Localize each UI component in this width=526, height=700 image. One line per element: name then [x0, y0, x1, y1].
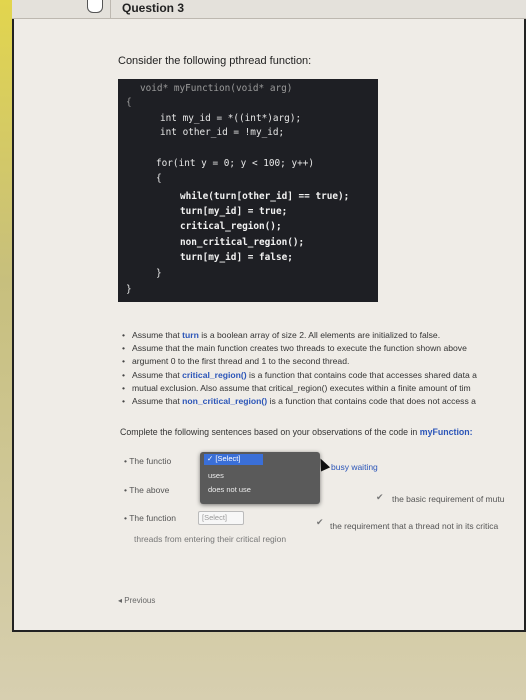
code-line-7: while(turn[other_id] == true);	[180, 191, 350, 202]
code-line-2: {	[126, 97, 132, 108]
sentence-2-suffix: the basic requirement of mutu	[392, 494, 505, 504]
question-header: Question 3	[12, 0, 526, 19]
code-line-8: turn[my_id] = true;	[180, 206, 288, 217]
complete-instruction: Complete the following sentences based o…	[120, 427, 473, 437]
dropdown-option[interactable]: uses	[208, 471, 224, 480]
bullet-item: Assume that non_critical_region() is a f…	[120, 396, 520, 406]
code-line-10: non_critical_region();	[180, 237, 305, 248]
sentence-3-dropdown[interactable]: [Select]	[198, 511, 244, 525]
question-flag-icon[interactable]	[87, 0, 103, 13]
chevron-down-icon[interactable]: ✔	[316, 517, 324, 528]
code-line-13: }	[126, 284, 132, 295]
sentence-1-prefix: • The functio	[124, 456, 172, 466]
dropdown-option[interactable]: does not use	[208, 485, 251, 494]
code-line-3: int my_id = *((int*)arg);	[160, 113, 302, 124]
check-icon: ✓	[207, 454, 214, 463]
code-line-9: critical_region();	[180, 221, 282, 232]
sentence-3-prefix: • The function	[124, 513, 176, 523]
header-divider	[110, 0, 111, 18]
bullet-continuation: argument 0 to the first thread and 1 to …	[120, 356, 520, 366]
dropdown-option-selected[interactable]: ✓ [Select]	[204, 454, 263, 465]
chevron-down-icon[interactable]: ✔	[376, 492, 384, 503]
bullet-continuation: mutual exclusion. Also assume that criti…	[120, 383, 520, 393]
previous-button[interactable]: ◂ Previous	[118, 596, 155, 605]
question-title: Question 3	[122, 1, 185, 15]
sentence-3-line2: threads from entering their critical reg…	[134, 534, 287, 544]
code-line-6: {	[156, 173, 162, 184]
sentence-3-suffix: the requirement that a thread not in its…	[330, 521, 499, 531]
bullet-item: Assume that the main function creates tw…	[120, 343, 520, 353]
sentence-1-suffix: busy waiting	[331, 462, 378, 472]
code-line-11: turn[my_id] = false;	[180, 252, 293, 263]
bullet-item: Assume that critical_region() is a funct…	[120, 370, 520, 380]
code-line-4: int other_id = !my_id;	[160, 127, 285, 138]
code-block: void* myFunction(void* arg) { int my_id …	[118, 79, 378, 302]
sentence-2-prefix: • The above	[124, 485, 170, 495]
code-line-5: for(int y = 0; y < 100; y++)	[156, 158, 315, 169]
dropdown-popup[interactable]: ✓ [Select] uses does not use	[200, 452, 320, 504]
question-prompt: Consider the following pthread function:	[118, 55, 312, 67]
code-line-1: void* myFunction(void* arg)	[140, 83, 293, 94]
code-line-12: }	[156, 268, 162, 279]
bullet-item: Assume that turn is a boolean array of s…	[120, 330, 520, 340]
assumption-list: Assume that turn is a boolean array of s…	[120, 330, 520, 409]
